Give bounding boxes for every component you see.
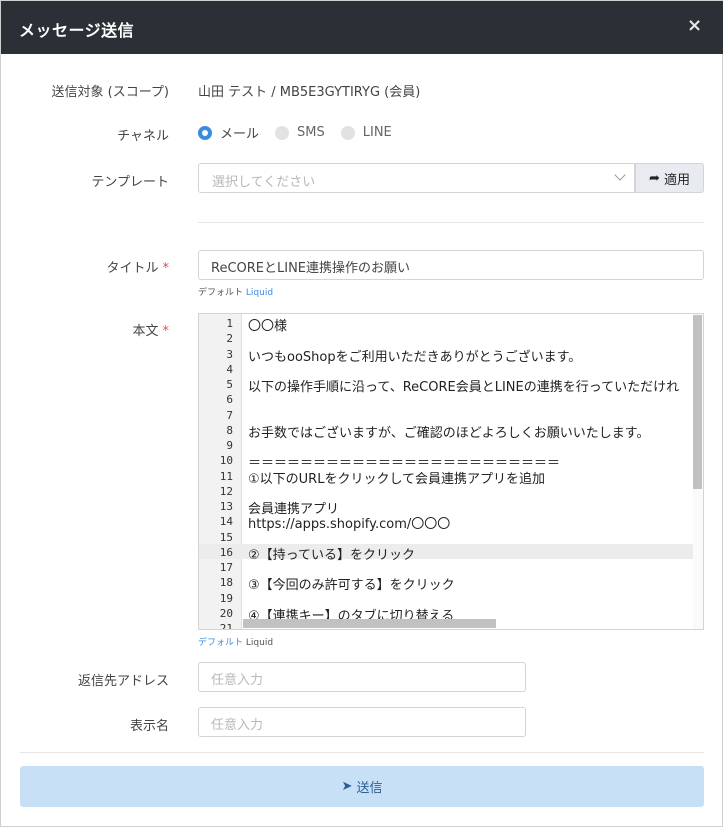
radio-unchecked-icon[interactable]	[275, 125, 290, 140]
editor-line[interactable]: 18 ③【今回のみ許可する】をクリック	[199, 574, 693, 593]
line-number: 11	[219, 469, 233, 483]
template-select[interactable]: 選択してください	[198, 163, 635, 193]
line-number: 19	[219, 591, 233, 605]
title-label: タイトル *	[106, 257, 169, 276]
channel-radio-email[interactable]: メール	[198, 123, 259, 142]
share-arrow-icon: ➦	[649, 170, 660, 186]
editor-line[interactable]: 11 ①以下のURLをクリックして会員連携アプリを追加	[199, 468, 693, 487]
hint-liquid-text: Liquid	[245, 638, 274, 648]
vertical-scroll-thumb[interactable]	[693, 315, 702, 489]
editor-line[interactable]: 4	[199, 361, 693, 376]
display-name-input[interactable]: 任意入力	[198, 707, 526, 737]
footer-divider	[20, 752, 704, 753]
editor-line[interactable]: 7	[199, 407, 693, 422]
line-number: 7	[226, 408, 233, 422]
line-number: 5	[226, 378, 233, 391]
required-mark: *	[162, 324, 170, 339]
scope-label: 送信対象 (スコープ)	[51, 85, 170, 100]
scope-value: 山田 テスト / MB5E3GYTIRYG (会員)	[198, 85, 421, 100]
horizontal-scroll-thumb[interactable]	[243, 619, 496, 628]
editor-line[interactable]: 2	[199, 330, 693, 345]
title-input[interactable]: ReCOREとLINE連携操作のお願い	[198, 250, 704, 280]
section-divider	[198, 222, 704, 223]
editor-line[interactable]: 14 https://apps.shopify.com/〇〇〇	[199, 513, 693, 532]
title-label-text: タイトル	[106, 261, 159, 276]
send-button[interactable]: ➤ 送信	[20, 766, 704, 807]
chevron-down-icon	[614, 169, 626, 181]
line-number: 16	[219, 545, 233, 559]
channel-radio-sms[interactable]: SMS	[275, 125, 325, 140]
editor-line[interactable]: 6	[199, 391, 693, 406]
line-number: 1	[226, 317, 233, 330]
reply-to-input[interactable]: 任意入力	[198, 662, 526, 692]
vertical-scrollbar[interactable]	[693, 314, 703, 629]
line-number: 21	[219, 622, 233, 630]
radio-checked-icon[interactable]	[198, 125, 212, 140]
line-number: 12	[219, 484, 233, 498]
body-label: 本文 *	[132, 320, 169, 339]
editor-line[interactable]: 8 お手数ではございますが、ご確認のほどよろしくお願いいたします。	[199, 422, 693, 441]
channel-radio-label: SMS	[297, 125, 325, 140]
line-number: 2	[226, 332, 233, 346]
display-name-label: 表示名	[129, 719, 169, 734]
editor-line[interactable]: 9	[199, 437, 693, 452]
editor-line[interactable]: 5 以下の操作手順に沿って、ReCORE会員とLINEの連携を行っていただけれ	[199, 376, 693, 395]
apply-button-label: 適用	[663, 172, 690, 188]
line-number: 18	[219, 576, 233, 590]
line-number: 20	[219, 606, 233, 620]
body-hint: デフォルト Liquid	[198, 635, 273, 648]
editor-line[interactable]: 10 ＝＝＝＝＝＝＝＝＝＝＝＝＝＝＝＝＝＝＝＝＝＝＝＝	[199, 452, 693, 471]
line-number: 13	[219, 500, 233, 513]
editor-line[interactable]: 3 いつもooShopをご利用いただきありがとうございます。	[199, 346, 693, 365]
hint-default-link[interactable]: デフォルト	[198, 638, 243, 648]
message-send-modal: メッセージ送信 × 送信対象 (スコープ) 山田 テスト / MB5E3GYTI…	[0, 0, 723, 827]
radio-unchecked-icon[interactable]	[340, 125, 355, 140]
required-mark: *	[162, 261, 170, 276]
channel-radio-group: メール SMS LINE	[198, 123, 408, 142]
editor-line[interactable]: 16 ②【持っている】をクリック	[199, 543, 693, 563]
channel-radio-label: メール	[220, 127, 260, 142]
line-number: 17	[219, 561, 233, 574]
line-number: 8	[226, 423, 233, 437]
close-icon[interactable]: ×	[687, 15, 702, 36]
editor-line[interactable]: 20 ④【連携キー】のタブに切り替える	[199, 605, 693, 624]
template-select-placeholder: 選択してください	[212, 175, 316, 190]
hint-liquid-link[interactable]: Liquid	[246, 288, 273, 298]
line-number: 10	[219, 454, 233, 468]
editor-line[interactable]: 19	[199, 590, 693, 605]
channel-radio-label: LINE	[362, 125, 392, 140]
apply-template-button[interactable]: ➦ 適用	[635, 163, 704, 193]
line-number: 15	[219, 530, 233, 544]
line-number: 6	[226, 393, 233, 407]
body-label-text: 本文	[132, 324, 159, 339]
line-number: 3	[226, 347, 233, 361]
send-button-label: 送信	[356, 781, 383, 796]
title-hint: デフォルト Liquid	[198, 285, 273, 298]
editor-line[interactable]: 1 〇〇様	[199, 315, 693, 334]
body-code-editor[interactable]: 1 〇〇様 2 3 いつもooShopをご利用いただきありがとうございます。 4 5 以下の操…	[198, 313, 704, 630]
editor-line[interactable]: 15	[199, 529, 693, 544]
paper-plane-icon: ➤	[341, 779, 353, 794]
editor-line[interactable]: 12	[199, 483, 693, 498]
editor-line[interactable]: 13 会員連携アプリ	[199, 498, 693, 517]
reply-to-label: 返信先アドレス	[77, 674, 169, 689]
line-number: 4	[226, 362, 233, 376]
line-number: 14	[219, 515, 233, 529]
line-number: 9	[226, 439, 233, 452]
modal-title: メッセージ送信	[19, 21, 135, 40]
editor-line[interactable]: 17	[199, 559, 693, 574]
template-label: テンプレート	[91, 175, 169, 190]
channel-radio-line[interactable]: LINE	[340, 125, 392, 140]
modal-header: メッセージ送信 ×	[1, 1, 723, 54]
channel-label: チャネル	[117, 129, 169, 144]
hint-default-text: デフォルト	[198, 288, 244, 298]
